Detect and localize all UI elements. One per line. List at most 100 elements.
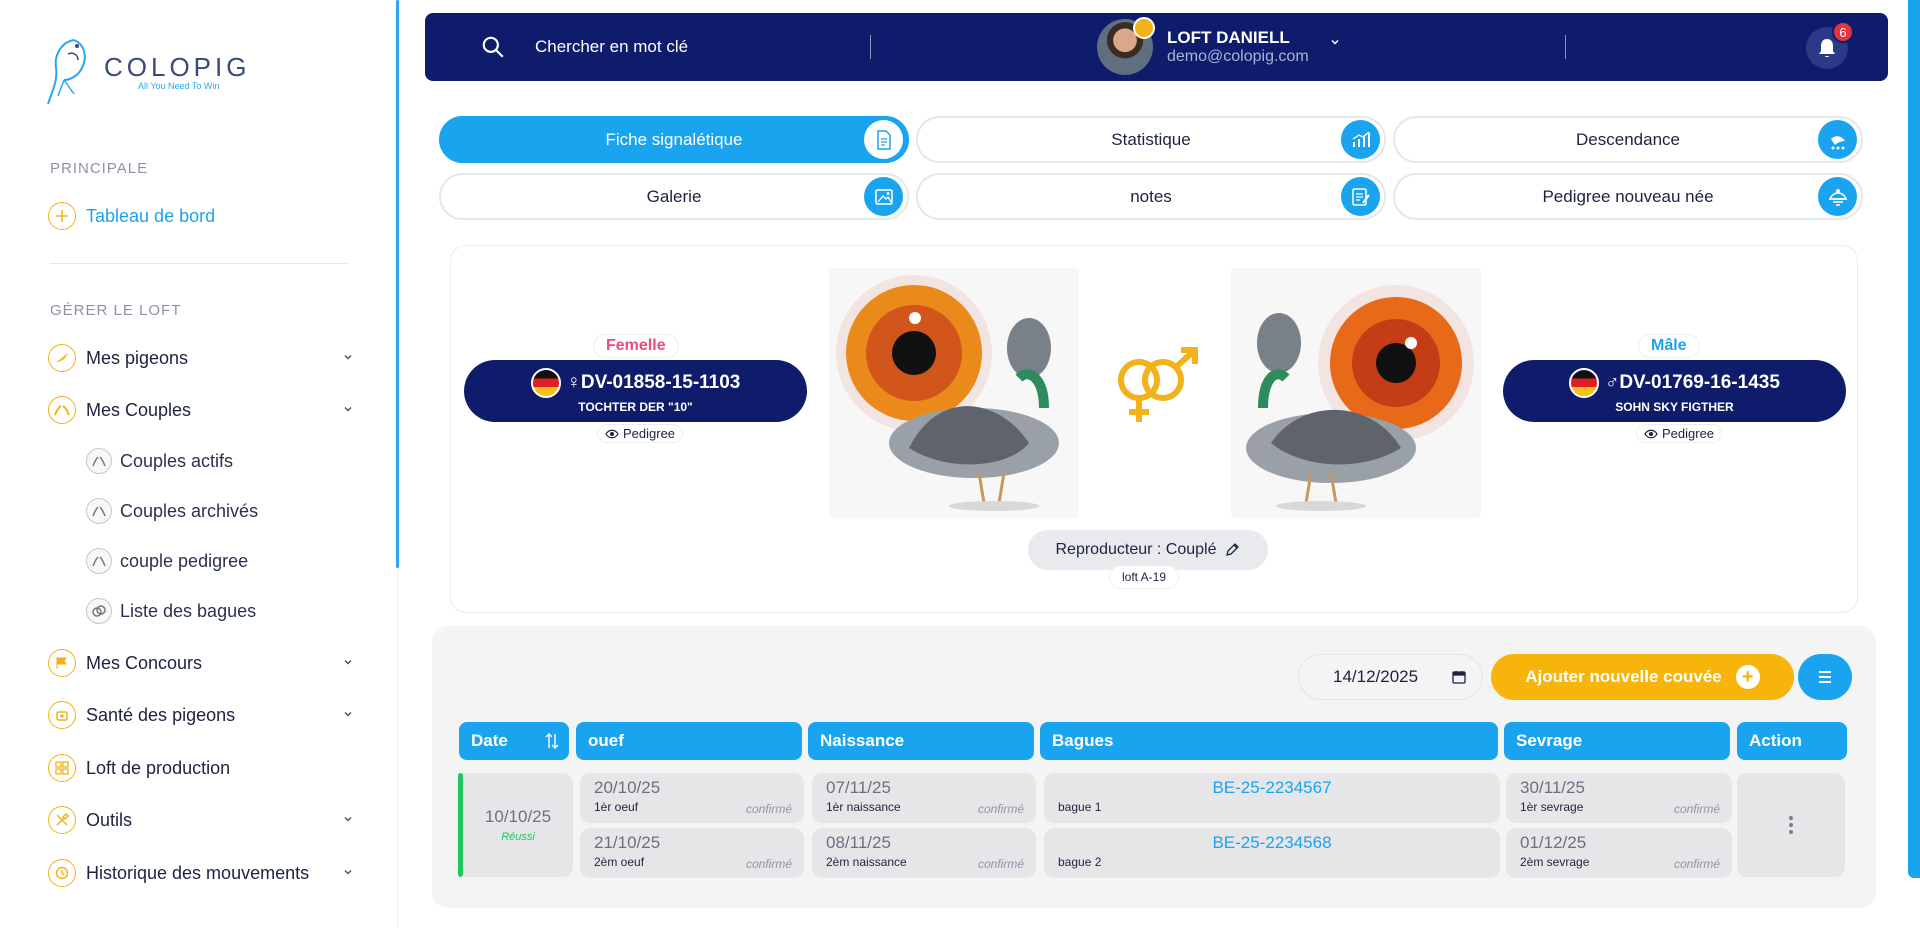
tab-fiche-signaletique[interactable]: Fiche signalétique: [439, 116, 909, 163]
column-header-date[interactable]: Date: [459, 722, 569, 760]
column-header-sevrage[interactable]: Sevrage: [1504, 722, 1730, 760]
column-header-label: Action: [1749, 731, 1802, 750]
sidebar-item-label: Historique des mouvements: [86, 862, 310, 883]
chevron-down-icon: [344, 354, 352, 360]
chevron-down-icon: [344, 816, 352, 822]
column-header-action[interactable]: Action: [1737, 722, 1847, 760]
loft-tag: loft A-19: [1109, 565, 1180, 589]
cell-label: bague 1: [1058, 800, 1102, 814]
male-ring-number: ♂DV-01769-16-1435: [1605, 372, 1780, 393]
female-pigeon-photo[interactable]: [829, 268, 1079, 518]
pigeon-logo-icon: [47, 39, 86, 105]
section-label-gerer-loft: GÉRER LE LOFT: [50, 302, 182, 319]
brood-section: 14/12/2025 Ajouter nouvelle couvée + Dat…: [432, 626, 1876, 908]
sidebar-item-sante-pigeons[interactable]: Santé des pigeons: [48, 697, 354, 733]
cell-value: 01/12/25: [1520, 833, 1587, 852]
notifications-button[interactable]: 6: [1806, 21, 1854, 69]
couple-icon: [48, 396, 76, 424]
tab-descendance[interactable]: Descendance: [1393, 116, 1863, 163]
search-input[interactable]: [535, 33, 865, 61]
sidebar-item-label: Mes Concours: [86, 652, 203, 673]
ring-link[interactable]: BE-25-2234567: [1058, 778, 1486, 798]
tab-notes[interactable]: notes: [916, 173, 1386, 220]
sidebar-item-mes-concours[interactable]: Mes Concours: [48, 645, 354, 681]
cell-label: bague 2: [1058, 855, 1102, 869]
sidebar-item-mes-couples[interactable]: Mes Couples: [48, 392, 354, 428]
sidebar-item-mes-pigeons[interactable]: Mes pigeons: [48, 340, 354, 376]
weaning-cell-1[interactable]: 30/11/25 1èr sevrage confirmé: [1506, 773, 1732, 823]
crown-icon: [1133, 17, 1155, 39]
column-header-ouef[interactable]: ouef: [576, 722, 802, 760]
sidebar-scrollbar[interactable]: [396, 0, 399, 568]
sidebar: COLOPIG All You Need To Win PRINCIPALE T…: [0, 0, 399, 928]
ring-cell-1[interactable]: BE-25-2234567 bague 1: [1044, 773, 1500, 823]
tab-galerie[interactable]: Galerie: [439, 173, 909, 220]
sidebar-item-outils[interactable]: Outils: [48, 802, 354, 838]
couple-card: Femelle ♀DV-01858-15-1103 TOCHTER DER "1…: [450, 245, 1858, 613]
more-vertical-icon: [1789, 816, 1793, 834]
male-ring-pill[interactable]: ♂DV-01769-16-1435 SOHN SKY FIGTHER: [1503, 360, 1846, 422]
column-header-bagues[interactable]: Bagues: [1040, 722, 1498, 760]
hamburger-menu-icon: [1819, 671, 1831, 683]
bell-icon: [1819, 39, 1835, 58]
tab-label: Galerie: [646, 186, 702, 206]
cell-value: 08/11/25: [826, 833, 891, 852]
female-pedigree-link[interactable]: Pedigree: [597, 424, 684, 443]
brood-menu-button[interactable]: [1798, 654, 1852, 700]
sidebar-item-loft-production[interactable]: Loft de production: [48, 750, 354, 786]
chevron-down-icon: [344, 659, 352, 665]
ring-icon: [86, 598, 112, 624]
logo[interactable]: COLOPIG All You Need To Win: [44, 34, 250, 108]
egg-cell-2[interactable]: 21/10/25 2èm oeuf confirmé: [580, 828, 804, 878]
column-header-label: Naissance: [820, 731, 905, 750]
egg-cell-1[interactable]: 20/10/25 1èr oeuf confirmé: [580, 773, 804, 823]
column-header-label: ouef: [588, 731, 624, 750]
sidebar-subitem-couple-pedigree[interactable]: couple pedigree: [86, 545, 248, 577]
birth-cell-2[interactable]: 08/11/25 2èm naissance confirmé: [812, 828, 1036, 878]
brood-date-input[interactable]: 14/12/2025: [1298, 654, 1483, 700]
user-menu[interactable]: LOFT DANIELL demo@colopig.com: [1097, 17, 1341, 75]
ring-link[interactable]: BE-25-2234568: [1058, 833, 1486, 853]
couple-gender-icon: [1118, 347, 1198, 422]
sidebar-subitem-couples-actifs[interactable]: Couples actifs: [86, 445, 233, 477]
sidebar-item-dashboard[interactable]: Tableau de bord: [48, 198, 354, 234]
tab-statistique[interactable]: Statistique: [916, 116, 1386, 163]
birth-cell-1[interactable]: 07/11/25 1èr naissance confirmé: [812, 773, 1036, 823]
sidebar-subitem-couples-archives[interactable]: Couples archivés: [86, 495, 258, 527]
ring-cell-2[interactable]: BE-25-2234568 bague 2: [1044, 828, 1500, 878]
page-scrollbar[interactable]: [1908, 0, 1920, 878]
german-flag-icon: [530, 368, 561, 398]
chart-icon: [1341, 120, 1380, 159]
topbar-separator: [870, 35, 871, 59]
cell-value: 30/11/25: [1520, 778, 1585, 797]
cell-state: confirmé: [977, 802, 1024, 816]
reproducer-status[interactable]: Reproducteur : Couplé: [1028, 530, 1268, 570]
gallery-icon: [864, 177, 903, 216]
brand-tagline: All You Need To Win: [138, 80, 220, 91]
eye-icon: [1644, 429, 1658, 438]
detail-tabs: Fiche signalétique Statistique Descendan…: [439, 116, 1863, 220]
weaning-cell-2[interactable]: 01/12/25 2èm sevrage confirmé: [1506, 828, 1732, 878]
search-icon[interactable]: [480, 34, 506, 60]
sidebar-item-label: Mes Couples: [86, 399, 192, 420]
column-header-naissance[interactable]: Naissance: [808, 722, 1034, 760]
male-pigeon-photo[interactable]: [1231, 268, 1481, 518]
chevron-down-icon: [344, 869, 352, 875]
male-pedigree-link[interactable]: Pedigree: [1636, 424, 1723, 443]
female-ring-pill[interactable]: ♀DV-01858-15-1103 TOCHTER DER "10": [464, 360, 807, 422]
pigeon-eye-photo: [1231, 268, 1481, 518]
cell-value: 20/10/25: [594, 778, 661, 797]
couple-icon: [86, 498, 112, 524]
add-brood-button[interactable]: Ajouter nouvelle couvée +: [1491, 654, 1794, 700]
tab-pedigree-nouveau-nee[interactable]: Pedigree nouveau née: [1393, 173, 1863, 220]
pedigree-icon: [1818, 177, 1857, 216]
sidebar-subitem-liste-bagues[interactable]: Liste des bagues: [86, 595, 256, 627]
male-pigeon-name: SOHN SKY FIGTHER: [1615, 400, 1734, 414]
sidebar-item-historique[interactable]: Historique des mouvements: [48, 855, 354, 891]
section-label-principale: PRINCIPALE: [50, 160, 149, 177]
chevron-down-icon: [344, 406, 352, 412]
sidebar-item-label: Outils: [86, 809, 133, 830]
sort-icon[interactable]: [545, 732, 559, 750]
row-action-menu[interactable]: [1737, 773, 1845, 877]
male-label: Mâle: [1638, 334, 1700, 358]
